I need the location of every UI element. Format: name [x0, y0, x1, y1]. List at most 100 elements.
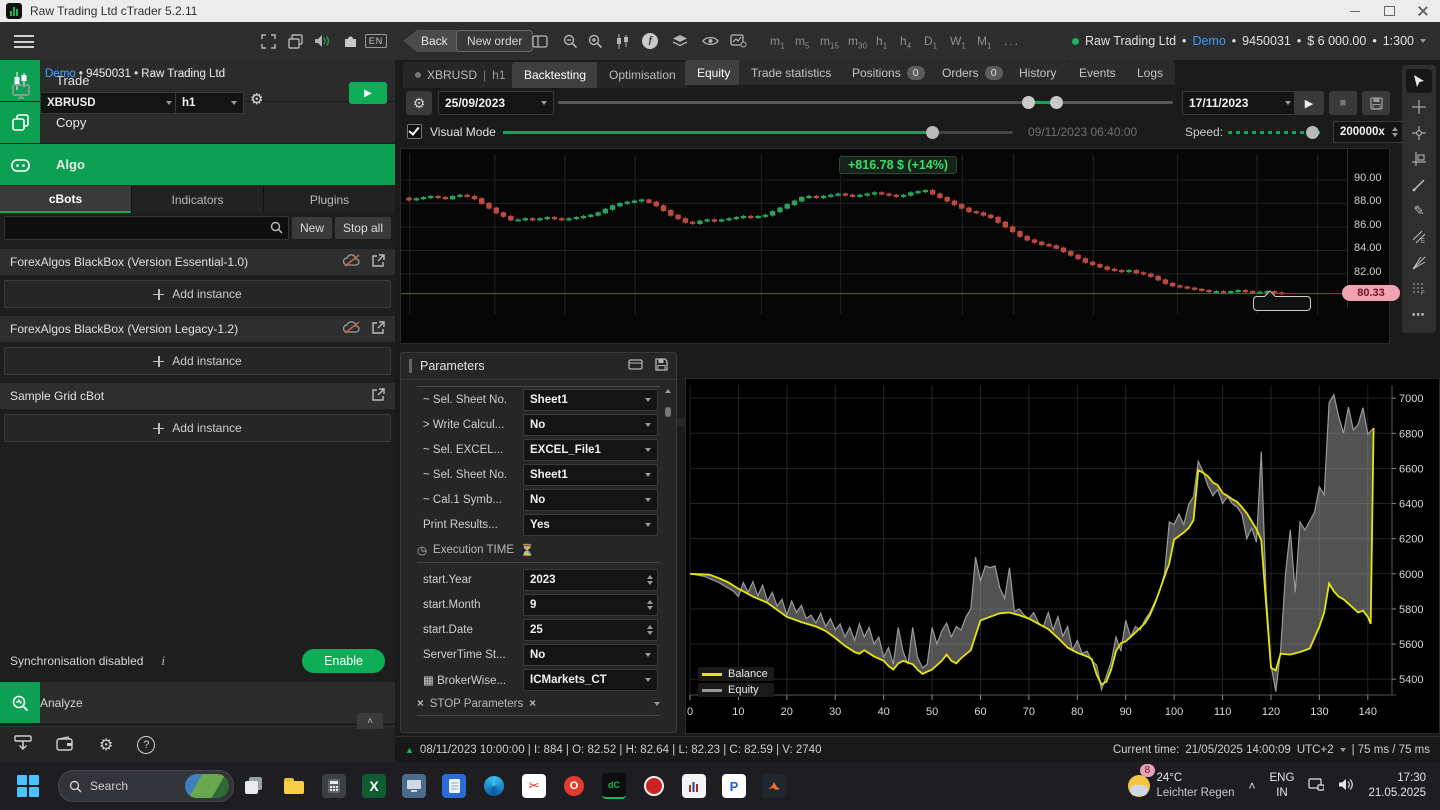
visual-progress-handle[interactable] — [926, 126, 940, 139]
new-cbot-button[interactable]: New — [291, 217, 332, 239]
tab-cbots[interactable]: cBots — [0, 186, 131, 213]
range-handle-right[interactable] — [1050, 96, 1063, 109]
timezone-value[interactable]: UTC+2 — [1297, 744, 1334, 756]
task-view-icon[interactable] — [242, 774, 266, 798]
backtest-range-slider[interactable] — [558, 96, 1173, 109]
tab-equity[interactable]: Equity — [685, 60, 743, 85]
restore-button[interactable] — [1372, 0, 1406, 22]
start-date-select[interactable]: 25/09/2023 — [438, 91, 554, 115]
symbol-select[interactable]: XBRUSD — [40, 92, 179, 114]
language-icon[interactable]: EN — [364, 32, 388, 50]
zoom-out-icon[interactable] — [560, 32, 580, 50]
sidebar-item-analyze[interactable]: Analyze — [0, 682, 395, 723]
stats-app-icon[interactable] — [682, 774, 706, 798]
trendline-tool-icon[interactable] — [1406, 173, 1432, 197]
load-parameters-icon[interactable] — [628, 359, 643, 373]
more-tools-icon[interactable]: ⋯ — [1406, 303, 1432, 327]
speed-value-input[interactable]: 200000x — [1333, 121, 1403, 143]
param-spinner[interactable]: 25 — [523, 618, 658, 641]
speed-handle[interactable] — [1305, 126, 1319, 139]
tab-trade-statistics[interactable]: Trade statistics — [739, 60, 844, 85]
zoom-in-icon[interactable] — [585, 32, 605, 50]
info-icon[interactable]: i — [161, 653, 165, 669]
parameters-header[interactable]: Parameters — [401, 353, 676, 380]
detach-window-icon[interactable] — [285, 32, 305, 50]
minimize-button[interactable] — [1338, 0, 1372, 22]
timeframe-h1[interactable]: h1 — [876, 34, 887, 50]
chart-settings-icon[interactable] — [728, 32, 748, 50]
marker-tool-icon[interactable] — [1406, 147, 1432, 171]
excel-icon[interactable]: X — [362, 774, 386, 798]
timezone-caret-icon[interactable] — [1339, 747, 1346, 752]
close-button[interactable] — [1406, 0, 1440, 22]
opera-icon[interactable]: O — [562, 774, 586, 798]
dot-crosshair-tool-icon[interactable] — [1406, 121, 1432, 145]
chart-layout-icon[interactable] — [530, 32, 550, 50]
file-explorer-icon[interactable] — [282, 774, 306, 798]
taskbar-search[interactable]: Search — [58, 770, 234, 802]
taskbar-clock[interactable]: 17:30 21.05.2025 — [1368, 771, 1426, 801]
expand-caret-icon[interactable] — [654, 702, 660, 706]
new-order-button[interactable]: New order — [456, 30, 534, 52]
tab-history[interactable]: History — [1007, 60, 1069, 85]
param-select[interactable]: ICMarkets_CT — [523, 668, 658, 691]
start-button[interactable] — [16, 774, 40, 798]
cbot-header[interactable]: ForexAlgos BlackBox (Version Essential-1… — [0, 249, 395, 275]
report-button[interactable] — [1362, 91, 1390, 115]
add-instance-button[interactable]: Add instance — [4, 347, 391, 375]
timeframe-d1[interactable]: D1 — [924, 34, 937, 50]
account-selector[interactable]: Raw Trading Ltd • Demo • 9450031 • $ 6 0… — [1072, 34, 1426, 48]
param-select[interactable]: No — [523, 488, 658, 511]
help-icon[interactable]: ? — [137, 735, 156, 754]
param-select[interactable]: Sheet1 — [523, 388, 658, 411]
tray-chevron-icon[interactable]: ˄ — [1249, 779, 1256, 793]
param-section-stop[interactable]: × STOP Parameters × — [417, 698, 660, 716]
weather-widget[interactable]: 8 24°C Leichter Regen — [1127, 764, 1235, 801]
freehand-draw-tool-icon[interactable]: ✎ — [1406, 199, 1432, 223]
spinner-arrows-icon[interactable] — [1392, 127, 1398, 137]
wallet-icon[interactable] — [56, 735, 75, 754]
param-spinner[interactable]: 9 — [523, 593, 658, 616]
param-select[interactable]: Sheet1 — [523, 463, 658, 486]
fan-lines-tool-icon[interactable] — [1406, 251, 1432, 275]
range-handle-left[interactable] — [1022, 96, 1036, 109]
equidistant-channel-tool-icon[interactable]: E — [1406, 225, 1432, 249]
play-backtest-button[interactable]: ▶ — [1294, 91, 1324, 115]
add-instance-button[interactable]: Add instance — [4, 280, 391, 308]
param-section-execution-time[interactable]: ◷ Execution TIME ⏳ — [417, 543, 660, 563]
timeframe-h4[interactable]: h4 — [900, 34, 911, 50]
open-source-icon[interactable] — [371, 253, 385, 271]
save-parameters-icon[interactable] — [655, 358, 668, 374]
parameters-scrollbar[interactable] — [663, 385, 673, 724]
timeframe-more[interactable]: ... — [1004, 34, 1020, 48]
timeframe-m15[interactable]: m15 — [820, 34, 839, 50]
scrollbar-thumb[interactable] — [665, 407, 671, 417]
visibility-eye-icon[interactable] — [700, 32, 720, 50]
param-spinner[interactable]: 2023 — [523, 568, 658, 591]
tab-backtesting[interactable]: Backtesting — [512, 62, 599, 88]
cbot-header[interactable]: ForexAlgos BlackBox (Version Legacy-1.2) — [0, 316, 395, 342]
cloud-off-icon[interactable] — [342, 254, 361, 270]
fullscreen-icon[interactable] — [258, 32, 278, 50]
tab-orders[interactable]: Orders 0 — [930, 60, 1015, 85]
crosshair-tool-icon[interactable] — [1406, 95, 1432, 119]
timeframe-select[interactable]: h1 — [175, 92, 244, 114]
paint-app-icon[interactable]: P — [722, 774, 746, 798]
settings-gear-icon[interactable]: ⚙ — [99, 735, 113, 755]
end-date-select[interactable]: 17/11/2023 — [1182, 91, 1298, 115]
language-switcher[interactable]: ENG IN — [1270, 771, 1295, 801]
sound-icon[interactable] — [312, 32, 332, 50]
visual-mode-toggle[interactable]: Visual Mode — [407, 124, 496, 139]
tab-optimisation[interactable]: Optimisation — [597, 62, 688, 88]
notepad-icon[interactable] — [442, 774, 466, 798]
timeframe-w1[interactable]: W1 — [950, 34, 966, 50]
tab-events[interactable]: Events — [1067, 60, 1128, 85]
cloud-off-icon[interactable] — [342, 321, 361, 337]
stop-backtest-button[interactable]: ■ — [1329, 91, 1357, 115]
instance-settings-gear-icon[interactable]: ⚙ — [250, 90, 263, 108]
visual-progress-slider[interactable] — [503, 126, 1013, 139]
param-select[interactable]: No — [523, 643, 658, 666]
price-chart[interactable]: +816.78 $ (+14%) 31 Oct 2023, UTC+201 No… — [400, 148, 1391, 427]
param-select[interactable]: EXCEL_File1 — [523, 438, 658, 461]
back-button[interactable]: Back — [403, 30, 460, 52]
